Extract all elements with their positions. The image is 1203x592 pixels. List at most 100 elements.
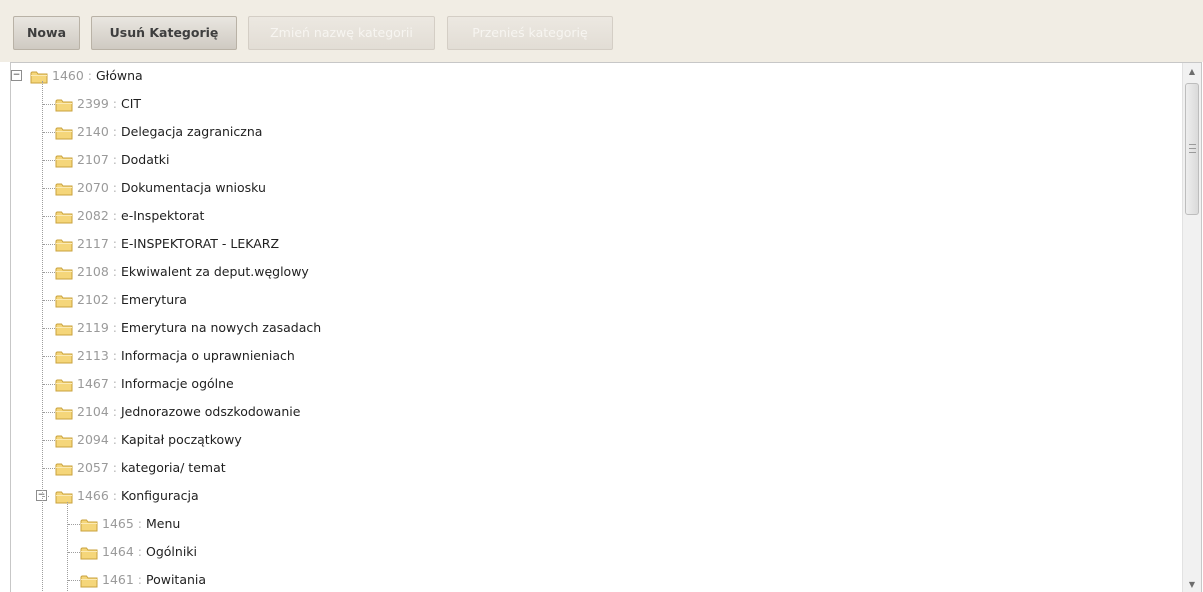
category-name[interactable]: CIT (121, 96, 141, 111)
id-separator: : (137, 516, 143, 531)
category-name[interactable]: Informacje ogólne (121, 376, 234, 391)
tree-node[interactable]: 1467 : Informacje ogólne (11, 373, 1181, 395)
tree-connector-line (43, 188, 55, 189)
scroll-up-arrow-icon[interactable]: ▲ (1183, 63, 1201, 80)
tree-node-label: 2113 : Informacja o uprawnieniach (77, 345, 295, 367)
id-separator: : (112, 152, 118, 167)
id-separator: : (112, 292, 118, 307)
tree-connector-line (68, 552, 80, 553)
folder-icon (55, 265, 73, 280)
tree-node[interactable]: 2399 : CIT (11, 93, 1181, 115)
tree-node[interactable]: 2094 : Kapitał początkowy (11, 429, 1181, 451)
tree-connector-line (43, 160, 55, 161)
tree-connector-line (43, 468, 55, 469)
tree-node[interactable]: 2119 : Emerytura na nowych zasadach (11, 317, 1181, 339)
tree-node[interactable]: 2070 : Dokumentacja wniosku (11, 177, 1181, 199)
tree-connector-line (43, 244, 55, 245)
tree-node[interactable]: 1465 : Menu (11, 513, 1181, 535)
tree-node-label: 1460 : Główna (52, 65, 143, 87)
tree-node[interactable]: −1466 : Konfiguracja (11, 485, 1181, 507)
tree-node-label: 2399 : CIT (77, 93, 141, 115)
category-name[interactable]: E-INSPEKTORAT - LEKARZ (121, 236, 279, 251)
folder-icon (55, 489, 73, 504)
tree-node[interactable]: 2113 : Informacja o uprawnieniach (11, 345, 1181, 367)
tree-connector-line (67, 502, 68, 592)
folder-icon (55, 405, 73, 420)
scrollbar-thumb[interactable] (1185, 83, 1199, 215)
tree-node-label: 1461 : Powitania (102, 569, 206, 591)
category-name[interactable]: Informacja o uprawnieniach (121, 348, 295, 363)
tree-node[interactable]: 2117 : E-INSPEKTORAT - LEKARZ (11, 233, 1181, 255)
category-id: 2057 (77, 460, 109, 475)
category-name[interactable]: Ogólniki (146, 544, 197, 559)
vertical-scrollbar[interactable]: ▲ ▼ (1182, 63, 1201, 592)
tree-node[interactable]: 2057 : kategoria/ temat (11, 457, 1181, 479)
id-separator: : (112, 208, 118, 223)
tree-node[interactable]: 2082 : e-Inspektorat (11, 205, 1181, 227)
tree-node-label: 2102 : Emerytura (77, 289, 187, 311)
tree-node[interactable]: 2108 : Ekwiwalent za deput.węglowy (11, 261, 1181, 283)
tree-node-label: 1465 : Menu (102, 513, 180, 535)
category-name[interactable]: Delegacja zagraniczna (121, 124, 262, 139)
category-id: 2107 (77, 152, 109, 167)
tree-node[interactable]: 1461 : Powitania (11, 569, 1181, 591)
delete-category-button[interactable]: Usuń Kategorię (91, 16, 237, 50)
folder-icon (55, 433, 73, 448)
move-category-button[interactable]: Przenieś kategorię (447, 16, 613, 50)
category-name[interactable]: kategoria/ temat (121, 460, 226, 475)
category-id: 2399 (77, 96, 109, 111)
tree-connector-line (43, 496, 49, 497)
category-name[interactable]: Menu (146, 516, 180, 531)
grip-icon (1189, 144, 1196, 153)
category-name[interactable]: e-Inspektorat (121, 208, 204, 223)
id-separator: : (112, 432, 118, 447)
collapse-toggle-icon[interactable]: − (11, 70, 22, 81)
tree-connector-line (43, 300, 55, 301)
tree-node[interactable]: − 1460 : Główna (11, 65, 1181, 87)
scroll-down-arrow-icon[interactable]: ▼ (1183, 576, 1201, 592)
category-name[interactable]: Ekwiwalent za deput.węglowy (121, 264, 309, 279)
category-id: 1461 (102, 572, 134, 587)
category-id: 1466 (77, 488, 109, 503)
tree-node-label: 2094 : Kapitał początkowy (77, 429, 242, 451)
folder-icon (55, 321, 73, 336)
id-separator: : (112, 96, 118, 111)
category-name[interactable]: Jednorazowe odszkodowanie (121, 404, 300, 419)
category-id: 2070 (77, 180, 109, 195)
category-name[interactable]: Główna (96, 68, 143, 83)
folder-icon (55, 125, 73, 140)
category-name[interactable]: Dodatki (121, 152, 169, 167)
category-id: 1460 (52, 68, 84, 83)
tree-connector-line (43, 412, 55, 413)
new-category-button[interactable]: Nowa (13, 16, 80, 50)
tree-node-label: 2082 : e-Inspektorat (77, 205, 204, 227)
tree-node[interactable]: 2107 : Dodatki (11, 149, 1181, 171)
tree-node-label: 2140 : Delegacja zagraniczna (77, 121, 262, 143)
category-name[interactable]: Emerytura na nowych zasadach (121, 320, 321, 335)
folder-icon (55, 349, 73, 364)
tree-connector-line (43, 328, 55, 329)
tree-node[interactable]: 1464 : Ogólniki (11, 541, 1181, 563)
id-separator: : (112, 404, 118, 419)
category-name[interactable]: Dokumentacja wniosku (121, 180, 266, 195)
category-tree-panel: − 1460 : Główna 2399 : CIT 2140 : Delegacja… (10, 62, 1202, 592)
rename-category-button[interactable]: Zmień nazwę kategorii (248, 16, 435, 50)
folder-icon (55, 293, 73, 308)
id-separator: : (112, 460, 118, 475)
tree-node-label: 2119 : Emerytura na nowych zasadach (77, 317, 321, 339)
tree-node[interactable]: 2102 : Emerytura (11, 289, 1181, 311)
tree-connector-line (43, 132, 55, 133)
folder-icon (55, 209, 73, 224)
category-id: 2108 (77, 264, 109, 279)
tree-node-label: 1466 : Konfiguracja (77, 485, 199, 507)
id-separator: : (112, 180, 118, 195)
tree-node[interactable]: 2104 : Jednorazowe odszkodowanie (11, 401, 1181, 423)
tree-node[interactable]: 2140 : Delegacja zagraniczna (11, 121, 1181, 143)
category-name[interactable]: Emerytura (121, 292, 187, 307)
category-name[interactable]: Kapitał początkowy (121, 432, 242, 447)
category-name[interactable]: Konfiguracja (121, 488, 199, 503)
tree-connector-line (43, 104, 55, 105)
folder-icon (55, 181, 73, 196)
id-separator: : (112, 264, 118, 279)
category-name[interactable]: Powitania (146, 572, 206, 587)
